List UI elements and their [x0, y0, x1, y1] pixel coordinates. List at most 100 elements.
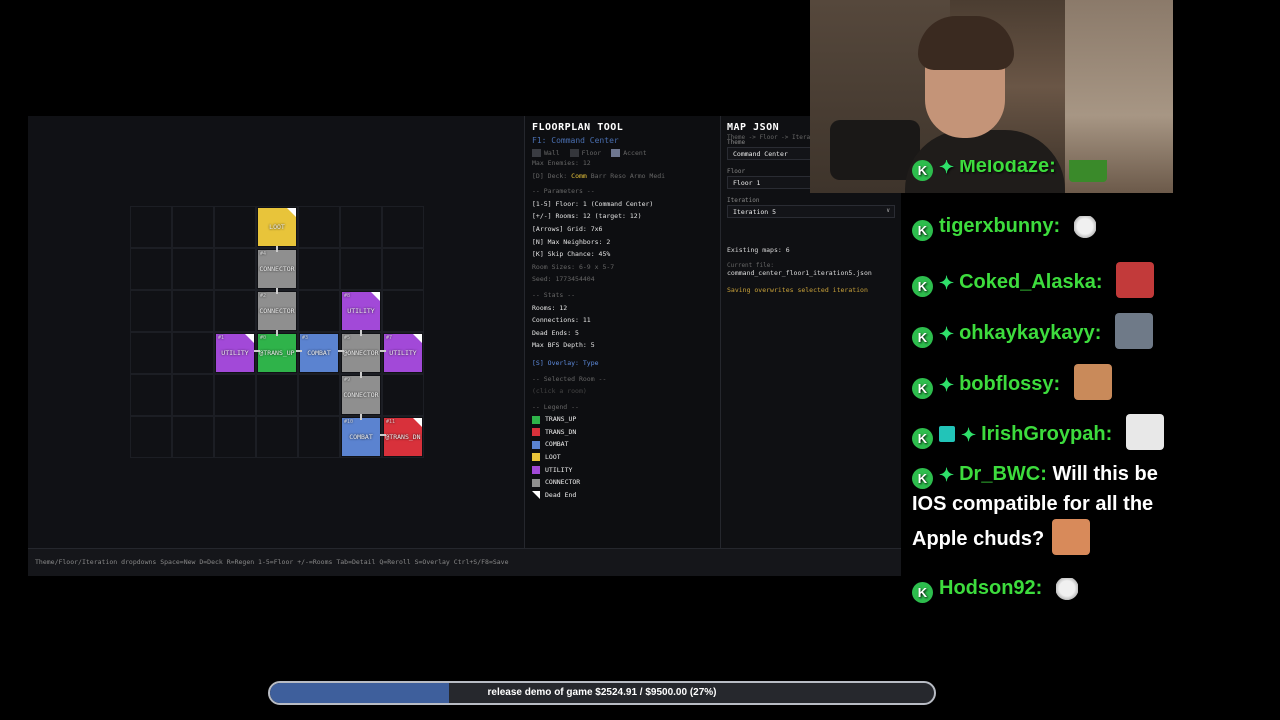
- grid-cell[interactable]: [130, 290, 172, 332]
- swatch-floor[interactable]: Floor: [569, 149, 601, 157]
- param-room-sizes: Room Sizes: 6-9 x 5-7: [532, 262, 615, 271]
- room-grid[interactable]: LOOT #4 CONNECTOR #2 CONNECTOR #8 UTILITY #1 UTI…: [130, 206, 424, 458]
- chat-message: K ✦ Dr_BWC: Will this be IOS compatible fo…: [912, 460, 1172, 555]
- chat-message: K ✦ Melodaze:: [912, 160, 1172, 182]
- kick-badge-icon: K: [912, 327, 933, 348]
- room-utility[interactable]: #1 UTILITY: [216, 334, 254, 372]
- keybind-status-bar: Theme/Floor/Iteration dropdowns Space=Ne…: [28, 548, 901, 576]
- sparkle-badge-icon: ✦: [939, 465, 955, 485]
- room-utility[interactable]: #7 UTILITY: [384, 334, 422, 372]
- swatch-accent[interactable]: Accent: [611, 149, 647, 157]
- grid-cell[interactable]: [172, 206, 214, 248]
- grid-cell[interactable]: [172, 290, 214, 332]
- room-trans-dn[interactable]: #11 @TRANS_DN: [384, 418, 422, 456]
- chat-username[interactable]: tigerxbunny:: [939, 215, 1060, 237]
- selected-hint: (click a room): [532, 387, 587, 396]
- chat-username[interactable]: ohkaykaykayy:: [959, 322, 1101, 344]
- dead-end-icon: [287, 208, 296, 217]
- room-id: #1: [218, 335, 225, 341]
- room-loot[interactable]: LOOT: [258, 208, 296, 246]
- deck-options[interactable]: Barr Reso Armo Medi: [591, 172, 665, 180]
- room-connector[interactable]: #9 CONNECTOR: [342, 376, 380, 414]
- room-connector[interactable]: #2 CONNECTOR: [258, 292, 296, 330]
- grid-cell[interactable]: [214, 248, 256, 290]
- grid-cell[interactable]: [298, 248, 340, 290]
- overlay-toggle[interactable]: [S] Overlay: Type: [532, 357, 713, 370]
- legend-item: Dead End: [532, 489, 713, 502]
- max-enemies: Max Enemies: 12: [532, 159, 591, 167]
- chat-username[interactable]: Melodaze:: [959, 160, 1056, 177]
- room-label: @TRANS_DN: [385, 433, 421, 441]
- grid-cell[interactable]: [130, 248, 172, 290]
- grid-cell[interactable]: [298, 206, 340, 248]
- room-label: LOOT: [269, 223, 285, 231]
- grid-cell[interactable]: [214, 374, 256, 416]
- room-id: #10: [344, 419, 354, 425]
- chat-username[interactable]: Dr_BWC:: [959, 463, 1047, 485]
- grid-cell[interactable]: [214, 206, 256, 248]
- grid-cell[interactable]: [256, 416, 298, 458]
- chat-username[interactable]: Coked_Alaska:: [959, 271, 1102, 293]
- grid-cell[interactable]: [172, 248, 214, 290]
- chat-message: K ✦ bobflossy:: [912, 364, 1172, 400]
- grid-cell[interactable]: [298, 290, 340, 332]
- emote-icon: [1069, 160, 1108, 182]
- iteration-dropdown[interactable]: Iteration 5 ∨: [727, 205, 895, 218]
- grid-cell[interactable]: [172, 416, 214, 458]
- room-label: UTILITY: [221, 349, 249, 357]
- room-connector[interactable]: #4 CONNECTOR: [258, 250, 296, 288]
- room-combat[interactable]: #3 COMBAT: [300, 334, 338, 372]
- legend-swatch-icon: [532, 415, 540, 424]
- grid-cell[interactable]: [340, 248, 382, 290]
- grid-cell[interactable]: [130, 332, 172, 374]
- legend-item: TRANS_UP: [532, 413, 713, 426]
- room-connection: [360, 330, 362, 336]
- selected-header: -- Selected Room --: [532, 374, 607, 383]
- grid-cell[interactable]: [382, 290, 424, 332]
- chat-username[interactable]: IrishGroypah:: [981, 423, 1112, 445]
- room-combat[interactable]: #10 COMBAT: [342, 418, 380, 456]
- grid-cell[interactable]: [214, 416, 256, 458]
- grid-cell[interactable]: [256, 374, 298, 416]
- room-label: UTILITY: [389, 349, 417, 357]
- current-file-label: Current file:: [727, 262, 774, 269]
- grid-cell[interactable]: [172, 374, 214, 416]
- chat-message: K ✦ ohkaykaykayy:: [912, 313, 1172, 349]
- chat-username[interactable]: bobflossy:: [959, 373, 1060, 395]
- floor-swatch-icon: [569, 149, 579, 157]
- room-label: CONNECTOR: [259, 307, 295, 315]
- grid-cell[interactable]: [382, 248, 424, 290]
- grid-cell[interactable]: [214, 290, 256, 332]
- room-label: CONNECTOR: [343, 391, 379, 399]
- kick-badge-icon: K: [912, 428, 933, 449]
- grid-cell[interactable]: [298, 416, 340, 458]
- chat-message: K Hodson92:: [912, 574, 1172, 604]
- legend-label: COMBAT: [545, 440, 569, 449]
- grid-cell[interactable]: [130, 374, 172, 416]
- grid-cell[interactable]: [130, 206, 172, 248]
- stats-header: -- Stats --: [532, 290, 576, 299]
- grid-cell[interactable]: [382, 374, 424, 416]
- grid-cell[interactable]: [172, 332, 214, 374]
- goal-text: release demo of game $2524.91 / $9500.00…: [487, 687, 717, 698]
- save-note: Saving overwrites selected iteration: [727, 286, 868, 294]
- grid-cell[interactable]: [298, 374, 340, 416]
- kick-badge-icon: K: [912, 160, 933, 181]
- stat-bfs-depth: Max BFS Depth: 5: [532, 341, 595, 350]
- grid-cell[interactable]: [382, 206, 424, 248]
- sparkle-badge-icon: ✦: [939, 273, 955, 293]
- param-rooms: [+/-] Rooms: 12 (target: 12): [532, 212, 642, 221]
- room-utility[interactable]: #8 UTILITY: [342, 292, 380, 330]
- room-id: #3: [302, 335, 309, 341]
- room-connector[interactable]: #5 @ONNECTOR: [342, 334, 380, 372]
- chat-username[interactable]: Hodson92:: [939, 577, 1042, 599]
- legend-label: TRANS_UP: [545, 415, 577, 424]
- swatch-wall[interactable]: Wall: [532, 149, 560, 157]
- grid-cell[interactable]: [340, 206, 382, 248]
- grid-cell[interactable]: [130, 416, 172, 458]
- emote-icon: [1116, 262, 1155, 298]
- deck-active[interactable]: Comm: [571, 172, 587, 180]
- room-trans-up[interactable]: #0 @TRANS_UP: [258, 334, 296, 372]
- map-grid-panel[interactable]: LOOT #4 CONNECTOR #2 CONNECTOR #8 UTILITY #1 UTI…: [28, 116, 524, 548]
- room-connection: [338, 350, 344, 352]
